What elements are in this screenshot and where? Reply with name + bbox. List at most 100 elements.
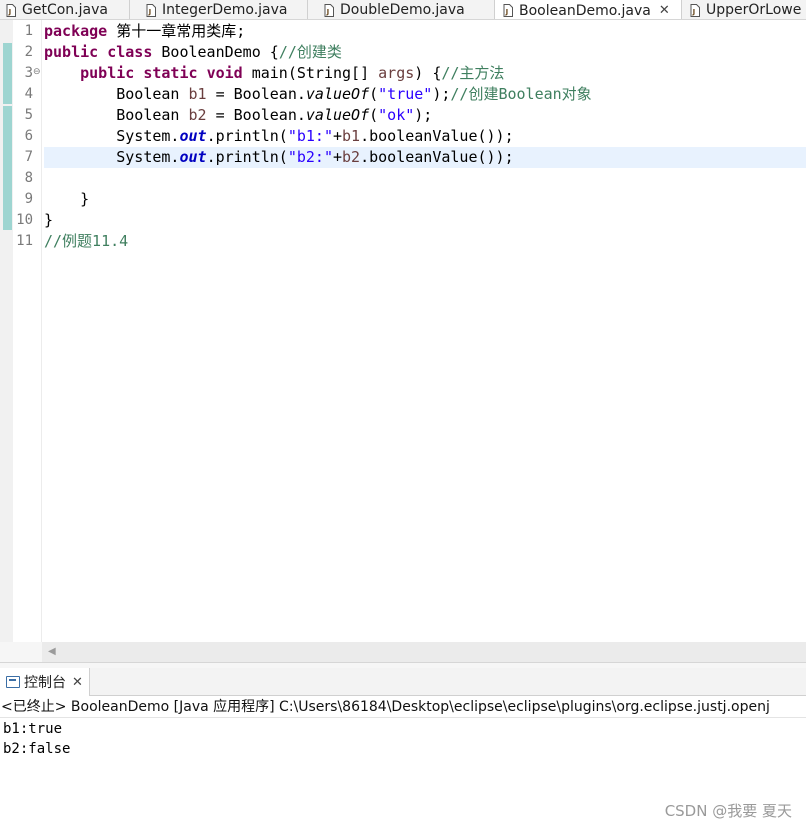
horizontal-scrollbar[interactable]: ◀ xyxy=(42,642,806,662)
code-line[interactable]: Boolean b1 = Boolean.valueOf("true");//创… xyxy=(44,84,806,105)
quick-diff-marker xyxy=(3,43,12,104)
tab-label: DoubleDemo.java xyxy=(340,2,465,18)
tab-label: GetCon.java xyxy=(22,2,108,18)
code-comment: //创建类 xyxy=(278,43,342,61)
string-literal: "b2:" xyxy=(287,148,333,166)
code-line[interactable]: public class BooleanDemo {//创建类 xyxy=(44,42,806,63)
code-line[interactable]: } xyxy=(44,189,806,210)
code-token: ); xyxy=(432,85,451,103)
svg-text:J: J xyxy=(505,8,509,16)
line-number-gutter: 1 2 3 ⊖ 4 5 6 7 8 9 10 11 xyxy=(13,20,42,642)
static-field: out xyxy=(179,148,207,166)
console-icon xyxy=(6,676,20,688)
keyword: void xyxy=(206,64,243,82)
tab-label: 控制台 xyxy=(24,675,66,691)
line-number: 6 xyxy=(24,128,33,144)
code-line[interactable]: System.out.println("b1:"+b1.booleanValue… xyxy=(44,126,806,147)
svg-text:J: J xyxy=(8,8,12,16)
code-line-current[interactable]: System.out.println("b2:"+b2.booleanValue… xyxy=(44,147,806,168)
line-number: 2 xyxy=(24,44,33,60)
keyword: public xyxy=(80,64,135,82)
java-file-icon: J xyxy=(503,4,513,17)
variable-name: b1 xyxy=(342,127,361,145)
code-line[interactable]: Boolean b2 = Boolean.valueOf("ok"); xyxy=(44,105,806,126)
tab-doubledemo[interactable]: J DoubleDemo.java xyxy=(308,0,495,19)
console-tab-bar: 控制台 ✕ xyxy=(0,668,806,696)
tab-upperorlower[interactable]: J UpperOrLowe xyxy=(682,0,806,19)
close-icon[interactable]: ✕ xyxy=(659,3,670,18)
code-token: .println( xyxy=(206,148,288,166)
tab-booleandemo[interactable]: J BooleanDemo.java ✕ xyxy=(495,0,682,19)
svg-text:J: J xyxy=(326,8,330,16)
code-token: System. xyxy=(44,127,180,145)
line-number: 3 xyxy=(24,65,33,81)
line-number: 11 xyxy=(16,233,33,249)
quick-diff-marker xyxy=(3,106,12,230)
code-token: .println( xyxy=(206,127,288,145)
java-file-icon: J xyxy=(324,3,334,17)
string-literal: "true" xyxy=(378,85,433,103)
scrollbar-corner xyxy=(0,642,42,662)
java-file-icon: J xyxy=(690,3,700,17)
code-line[interactable]: package 第十一章常用类库; xyxy=(44,21,806,42)
code-token: .booleanValue()); xyxy=(360,148,514,166)
code-text-area[interactable]: package 第十一章常用类库; public class BooleanDe… xyxy=(44,20,806,642)
code-token: ); xyxy=(414,106,433,124)
parameter-name: args xyxy=(378,64,415,82)
line-number: 10 xyxy=(16,212,33,228)
code-token: ) { xyxy=(414,64,442,82)
fold-collapse-icon[interactable]: ⊖ xyxy=(33,62,41,83)
tab-label: IntegerDemo.java xyxy=(162,2,288,18)
static-method: valueOf xyxy=(305,106,370,124)
variable-name: b2 xyxy=(342,148,361,166)
code-token: + xyxy=(333,148,343,166)
editor-tab-bar: J GetCon.java J IntegerDemo.java J Doubl… xyxy=(0,0,806,20)
variable-name: b2 xyxy=(188,106,207,124)
static-field: out xyxy=(179,127,207,145)
line-number: 1 xyxy=(24,23,33,39)
code-token: main(String[] xyxy=(242,64,379,82)
tab-console[interactable]: 控制台 ✕ xyxy=(0,668,90,696)
keyword: class xyxy=(107,43,153,61)
code-token: System. xyxy=(44,148,180,166)
line-number: 4 xyxy=(24,86,33,102)
string-literal: "ok" xyxy=(378,106,415,124)
tab-label: UpperOrLowe xyxy=(706,2,802,18)
console-process-status: <已终止> BooleanDemo [Java 应用程序] C:\Users\8… xyxy=(0,696,806,718)
line-number: 9 xyxy=(24,191,33,207)
keyword: static xyxy=(143,64,198,82)
close-icon[interactable]: ✕ xyxy=(72,675,83,690)
code-line[interactable]: } xyxy=(44,210,806,231)
scroll-left-arrow-icon[interactable]: ◀ xyxy=(48,646,56,657)
code-line[interactable]: //例题11.4 xyxy=(44,231,806,252)
code-comment: //创建Boolean对象 xyxy=(450,85,592,103)
tab-integerdemo[interactable]: J IntegerDemo.java xyxy=(130,0,308,19)
code-token: = Boolean. xyxy=(206,106,306,124)
console-output-line: b2:false xyxy=(3,741,71,757)
svg-text:J: J xyxy=(692,8,696,16)
line-number: 7 xyxy=(24,149,33,165)
keyword: package xyxy=(44,22,108,40)
code-line[interactable]: public static void main(String[] args) {… xyxy=(44,63,806,84)
code-token: + xyxy=(333,127,343,145)
code-comment: //主方法 xyxy=(441,64,505,82)
code-token: ( xyxy=(369,106,379,124)
static-method: valueOf xyxy=(305,85,370,103)
java-file-icon: J xyxy=(6,3,16,17)
string-literal: "b1:" xyxy=(287,127,333,145)
quick-diff-ruler xyxy=(0,20,13,642)
code-token: = Boolean. xyxy=(206,85,306,103)
watermark: CSDN @我要 夏天 xyxy=(664,802,792,820)
code-token: Boolean xyxy=(44,106,189,124)
code-token: BooleanDemo { xyxy=(152,43,279,61)
tab-label: BooleanDemo.java xyxy=(519,2,651,19)
tab-getcon[interactable]: J GetCon.java xyxy=(0,0,130,19)
variable-name: b1 xyxy=(188,85,207,103)
code-token: ( xyxy=(369,85,379,103)
svg-text:J: J xyxy=(148,8,152,16)
line-number: 5 xyxy=(24,107,33,123)
code-editor[interactable]: 1 2 3 ⊖ 4 5 6 7 8 9 10 11 package 第十一章常用… xyxy=(0,20,806,662)
code-token: .booleanValue()); xyxy=(360,127,514,145)
code-line[interactable] xyxy=(44,168,806,189)
